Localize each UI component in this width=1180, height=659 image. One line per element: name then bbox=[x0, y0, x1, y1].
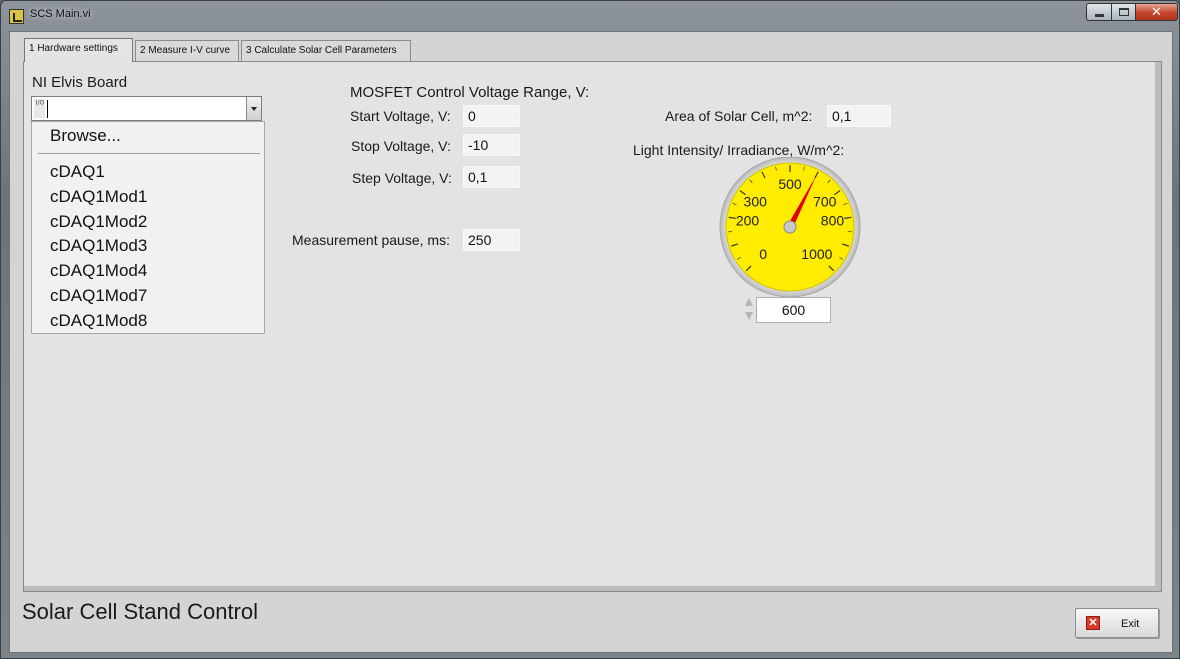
dropdown-separator bbox=[38, 153, 260, 154]
browse-option[interactable]: Browse... bbox=[50, 126, 121, 146]
device-option[interactable]: cDAQ1Mod7 bbox=[50, 286, 147, 306]
tab-label: 2 Measure I-V curve bbox=[140, 45, 231, 56]
start-voltage-label: Start Voltage, V: bbox=[350, 108, 451, 124]
irradiance-gauge[interactable]: 0 200 300 500 700 800 1000 bbox=[718, 157, 862, 301]
ni-elvis-board-combo[interactable]: I/O bbox=[31, 96, 262, 121]
start-voltage-input[interactable]: 0 bbox=[463, 105, 520, 127]
text-cursor bbox=[47, 100, 48, 118]
close-icon: ✕ bbox=[1086, 616, 1100, 630]
gauge-tick-label: 200 bbox=[736, 212, 760, 228]
gauge-tick-label: 1000 bbox=[801, 246, 832, 262]
device-option[interactable]: cDAQ1Mod3 bbox=[50, 236, 147, 256]
tab-label: 3 Calculate Solar Cell Parameters bbox=[246, 45, 397, 56]
chevron-down-icon bbox=[251, 106, 257, 111]
increment-arrow-icon[interactable] bbox=[745, 298, 753, 306]
measurement-pause-label: Measurement pause, ms: bbox=[292, 232, 450, 248]
exit-button-label: Exit bbox=[1121, 618, 1140, 630]
step-voltage-input[interactable]: 0,1 bbox=[463, 166, 520, 188]
application-title: Solar Cell Stand Control bbox=[22, 599, 259, 624]
io-icon-text: I/O bbox=[35, 99, 45, 106]
minimize-button[interactable] bbox=[1086, 3, 1112, 21]
device-option[interactable]: cDAQ1Mod2 bbox=[50, 212, 147, 232]
close-icon: ✕ bbox=[1151, 4, 1162, 20]
mosfet-range-heading: MOSFET Control Voltage Range, V: bbox=[350, 84, 590, 101]
tab-label: 1 Hardware settings bbox=[29, 43, 118, 54]
maximize-icon bbox=[1118, 8, 1129, 16]
title-bar[interactable]: SCS Main.vi ✕ bbox=[1, 1, 1180, 31]
maximize-button[interactable] bbox=[1111, 3, 1136, 21]
panel-bottom-border bbox=[24, 586, 1161, 591]
step-voltage-label: Step Voltage, V: bbox=[352, 170, 452, 186]
dropdown-arrow-button[interactable] bbox=[246, 97, 261, 120]
tab-hardware-settings[interactable]: 1 Hardware settings bbox=[24, 38, 133, 62]
irradiance-numeric-control: 600 bbox=[744, 295, 832, 325]
gauge-hub bbox=[783, 220, 797, 234]
solar-cell-area-input[interactable]: 0,1 bbox=[827, 105, 891, 127]
increment-decrement-buttons[interactable] bbox=[744, 297, 754, 323]
gauge-tick-label: 0 bbox=[759, 246, 767, 262]
gauge-tick-label: 300 bbox=[744, 194, 768, 210]
device-option[interactable]: cDAQ1Mod1 bbox=[50, 187, 147, 207]
device-option[interactable]: cDAQ1Mod8 bbox=[50, 311, 147, 331]
io-resource-icon: I/O bbox=[34, 99, 45, 118]
close-window-button[interactable]: ✕ bbox=[1135, 3, 1178, 21]
window-title: SCS Main.vi bbox=[30, 8, 91, 20]
gauge-tick-label: 800 bbox=[821, 212, 845, 228]
tab-measure-iv-curve[interactable]: 2 Measure I-V curve bbox=[135, 40, 239, 61]
device-dropdown-list: Browse... cDAQ1 cDAQ1Mod1 cDAQ1Mod2 cDAQ… bbox=[31, 121, 265, 334]
device-option[interactable]: cDAQ1 bbox=[50, 162, 105, 182]
tab-calculate-parameters[interactable]: 3 Calculate Solar Cell Parameters bbox=[241, 40, 411, 61]
gauge-tick-label: 500 bbox=[778, 176, 802, 192]
gauge-tick-label: 700 bbox=[813, 194, 837, 210]
panel-right-border bbox=[1155, 62, 1161, 591]
measurement-pause-input[interactable]: 250 bbox=[463, 229, 520, 251]
stop-voltage-label: Stop Voltage, V: bbox=[351, 138, 451, 154]
labview-app-icon bbox=[9, 9, 24, 24]
solar-cell-area-label: Area of Solar Cell, m^2: bbox=[665, 108, 813, 124]
device-option[interactable]: cDAQ1Mod4 bbox=[50, 261, 147, 281]
decrement-arrow-icon[interactable] bbox=[745, 312, 753, 320]
irradiance-value-input[interactable]: 600 bbox=[756, 297, 831, 323]
exit-button[interactable]: ✕ Exit bbox=[1075, 608, 1159, 638]
stop-voltage-input[interactable]: -10 bbox=[463, 134, 520, 156]
minimize-icon bbox=[1094, 13, 1104, 17]
irradiance-label: Light Intensity/ Irradiance, W/m^2: bbox=[633, 142, 845, 158]
ni-elvis-board-label: NI Elvis Board bbox=[32, 74, 128, 91]
